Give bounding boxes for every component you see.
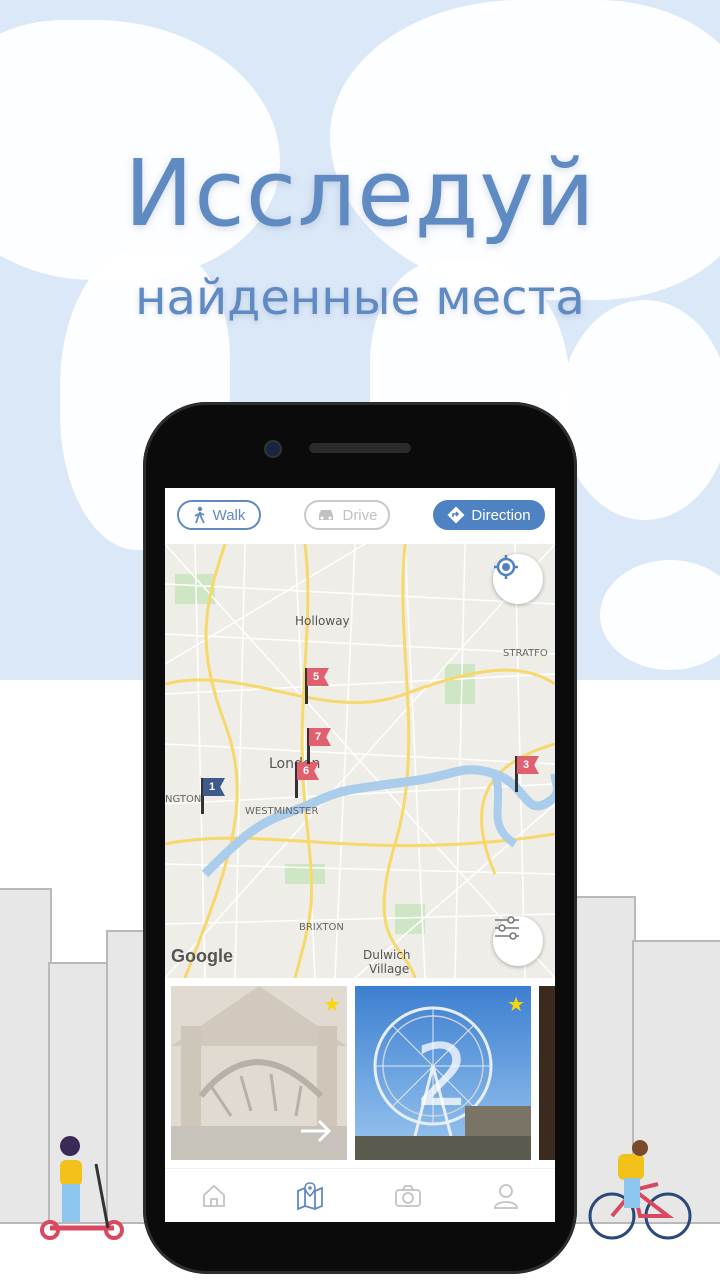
favorite-star-icon[interactable]: ★ (323, 992, 341, 1017)
promo-headline: Исследуй (124, 140, 596, 247)
walk-mode-button[interactable]: Walk (177, 500, 261, 530)
card-number: 2 (415, 1026, 470, 1126)
map-pin-6[interactable]: 6 (295, 762, 325, 798)
sliders-icon (495, 916, 519, 940)
phone-frame: Walk Drive Direction Holloway STRATFO WE… (143, 402, 577, 1274)
walking-person-icon (194, 506, 205, 524)
drive-mode-label: Drive (342, 506, 378, 524)
map-pin-3-number: 3 (517, 756, 539, 774)
map-label-kensington: NGTON (165, 794, 202, 805)
direction-button[interactable]: Direction (433, 500, 545, 530)
map-label-stratford: STRATFO (503, 648, 548, 659)
travel-mode-bar: Walk Drive Direction (165, 488, 555, 544)
scooter-rider-illustration (40, 1136, 124, 1240)
earpiece-speaker (309, 443, 411, 453)
walk-mode-label: Walk (212, 506, 246, 524)
favorite-star-icon[interactable]: ★ (507, 992, 525, 1017)
map-pin-7-number: 7 (309, 728, 331, 746)
museum-hall-photo (171, 986, 347, 1160)
direction-arrow-icon (447, 506, 465, 524)
map-label-brixton: BRIXTON (299, 922, 344, 933)
my-location-button[interactable] (493, 554, 543, 604)
map-icon (297, 1182, 323, 1211)
map-pin-5[interactable]: 5 (305, 668, 335, 704)
place-cards-carousel[interactable]: ★ 2 ★ (165, 978, 555, 1168)
direction-label: Direction (471, 506, 531, 524)
front-camera (264, 440, 282, 458)
map-label-dulwich: Dulwich (363, 948, 411, 962)
promo-subline: найденные места (135, 270, 585, 326)
drive-mode-button[interactable]: Drive (304, 500, 390, 530)
street-map (165, 544, 555, 978)
google-attribution: Google (171, 946, 233, 966)
place-card-museum[interactable]: ★ (171, 986, 347, 1160)
map-label-holloway: Holloway (295, 614, 350, 628)
map-pin-3[interactable]: 3 (515, 756, 545, 792)
car-icon (319, 510, 334, 520)
camera-icon (395, 1185, 421, 1207)
bottom-tab-bar (165, 1168, 555, 1222)
place-card-london-eye[interactable]: 2 ★ (355, 986, 531, 1160)
profile-icon (494, 1184, 518, 1209)
home-icon (203, 1184, 225, 1207)
cyclist-illustration (588, 1140, 692, 1240)
map-pin-1[interactable]: 1 (201, 778, 231, 814)
map-pin-5-number: 5 (307, 668, 329, 686)
tab-map[interactable] (293, 1179, 327, 1213)
tab-camera[interactable] (391, 1179, 425, 1213)
map-pin-1-number: 1 (203, 778, 225, 796)
tab-home[interactable] (197, 1179, 231, 1213)
map-pin-6-number: 6 (297, 762, 319, 780)
map-pin-7[interactable]: 7 (307, 728, 337, 764)
crosshair-icon (494, 555, 518, 579)
tab-profile[interactable] (489, 1179, 523, 1213)
map-view[interactable]: Holloway STRATFO London WESTMINSTER NGTO… (165, 544, 555, 978)
app-screen: Walk Drive Direction Holloway STRATFO WE… (165, 488, 555, 1222)
map-label-westminster: WESTMINSTER (245, 806, 319, 817)
place-card-partial[interactable] (539, 986, 555, 1160)
map-label-village: Village (369, 962, 410, 976)
map-filter-button[interactable] (493, 916, 543, 966)
